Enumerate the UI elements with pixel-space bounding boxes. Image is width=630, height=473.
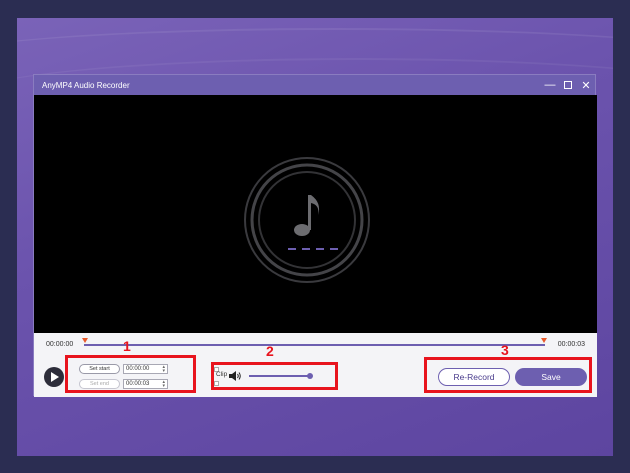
- current-time: 00:00:00: [46, 341, 74, 348]
- close-icon[interactable]: ✕: [577, 75, 595, 95]
- play-button[interactable]: [44, 367, 64, 387]
- total-time: 00:00:03: [557, 341, 585, 348]
- timeline-track[interactable]: [84, 344, 545, 346]
- audio-level-dashes: [288, 248, 338, 250]
- annotation-number-2: 2: [266, 343, 274, 359]
- music-note-icon: [294, 195, 320, 236]
- title-bar: AnyMP4 Audio Recorder — ✕: [34, 75, 595, 95]
- start-marker[interactable]: [82, 338, 88, 343]
- maximize-icon[interactable]: [559, 75, 577, 95]
- annotation-box-1: [65, 355, 196, 393]
- preview-area: [34, 95, 597, 333]
- annotation-box-2: [211, 362, 338, 390]
- app-window: AnyMP4 Audio Recorder — ✕ 00:00:00 00:00…: [33, 74, 597, 397]
- annotation-number-1: 1: [123, 338, 131, 354]
- timeline: 00:00:00 00:00:03: [34, 333, 597, 355]
- end-marker[interactable]: [541, 338, 547, 343]
- minimize-icon[interactable]: —: [541, 75, 559, 95]
- annotation-number-3: 3: [501, 342, 509, 358]
- annotation-box-3: [424, 357, 592, 393]
- window-title: AnyMP4 Audio Recorder: [42, 80, 130, 90]
- play-icon: [51, 372, 59, 382]
- audio-visualizer: [244, 157, 370, 283]
